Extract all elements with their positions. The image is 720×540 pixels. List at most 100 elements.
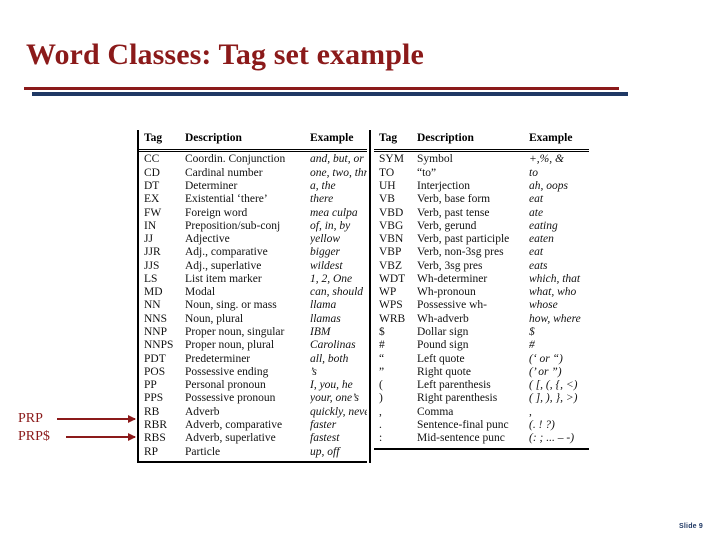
cell-example: (. ! ?): [529, 420, 555, 432]
cell-tag: TO: [379, 167, 395, 179]
column-header-tag: Tag: [144, 133, 163, 144]
cell-example: ( [, (, {, <): [529, 380, 578, 392]
cell-tag: #: [379, 340, 385, 352]
cell-description: Interjection: [417, 180, 471, 192]
table-row: WPS Possessive wh-whose: [374, 300, 589, 313]
cell-description: Adj., superlative: [185, 260, 262, 272]
cell-example: all, both: [310, 353, 349, 365]
cell-description: Foreign word: [185, 207, 248, 219]
table-row: NNP Proper noun, singular IBM: [139, 326, 367, 339]
cell-example: eat: [529, 247, 544, 259]
tag-table-right-half: Tag Description Example SYM Symbol +,%, & T…: [369, 130, 589, 463]
cell-tag: CD: [144, 167, 160, 179]
cell-tag: RBS: [144, 433, 166, 445]
cell-description: Wh-adverb: [417, 313, 469, 325]
cell-example: Carolinas: [310, 340, 356, 352]
cell-tag: RB: [144, 406, 160, 418]
table-row: ” Right quote (’ or ”): [374, 366, 589, 379]
cell-tag: SYM: [379, 154, 404, 166]
table-row: ) Right parenthesis ( ], ), }, >): [374, 393, 589, 406]
cell-description: Left parenthesis: [417, 380, 491, 392]
cell-tag: ,: [379, 406, 382, 418]
table-row: VBG Verb, gerund eating: [374, 220, 589, 233]
cell-example: there: [310, 194, 334, 206]
cell-example: mea culpa: [310, 207, 358, 219]
cell-example: I, you, he: [310, 380, 353, 392]
table-row: : Mid-sentence punc (: ; ... – -): [374, 432, 589, 445]
table-row: LS List item marker 1, 2, One: [139, 273, 367, 286]
table-row: , Comma,: [374, 406, 589, 419]
cell-example: bigger: [310, 247, 341, 259]
column-header-tag: Tag: [379, 133, 398, 144]
table-row: FW Foreign word mea culpa: [139, 207, 367, 220]
cell-example: can, should: [310, 287, 364, 299]
column-header-example: Example: [529, 133, 573, 144]
tag-table-left-half: Tag Description Example CC Coordin. Conju…: [137, 130, 367, 463]
cell-tag: WP: [379, 287, 397, 299]
cell-example: to: [529, 167, 538, 179]
cell-example: a, the: [310, 180, 336, 192]
cell-example: #: [529, 340, 535, 352]
column-header-example: Example: [310, 133, 354, 144]
table-row: JJ Adjective yellow: [139, 233, 367, 246]
table-row: MD Modal can, should: [139, 286, 367, 299]
cell-tag: WPS: [379, 300, 403, 312]
cell-description: Determiner: [185, 180, 238, 192]
cell-description: Verb, past tense: [417, 207, 490, 219]
table-body-right: SYM Symbol +,%, & TO “to” to UH Interjection ah,…: [374, 152, 589, 450]
table-row: VBD Verb, past tense ate: [374, 207, 589, 220]
cell-example: ( ], ), }, >): [529, 393, 578, 405]
table-row: CC Coordin. Conjunction and, but, or: [139, 154, 367, 167]
table-row: VBN Verb, past participle eaten: [374, 233, 589, 246]
cell-tag: MD: [144, 287, 163, 299]
cell-description: Symbol: [417, 154, 453, 166]
table-row: CD Cardinal number one, two, three: [139, 167, 367, 180]
table-header-row-right: Tag Description Example: [374, 130, 589, 152]
table-row: RBR Adverb, comparative faster: [139, 419, 367, 432]
cell-example: 1, 2, One: [310, 273, 353, 285]
table-row: VBP Verb, non-3sg pres eat: [374, 246, 589, 259]
title-rule-blue: [32, 92, 628, 96]
cell-description: Coordin. Conjunction: [185, 154, 286, 166]
cell-tag: VBP: [379, 247, 402, 259]
table-row: “ Left quote (‘ or “): [374, 353, 589, 366]
cell-example: what, who: [529, 287, 577, 299]
table-row: JJS Adj., superlative wildest: [139, 260, 367, 273]
cell-description: Verb, non-3sg pres: [417, 247, 504, 259]
table-row: PDT Predeterminer all, both: [139, 353, 367, 366]
cell-example: eats: [529, 260, 548, 272]
cell-tag: FW: [144, 207, 162, 219]
cell-example: IBM: [310, 327, 331, 339]
cell-tag: ): [379, 393, 383, 405]
cell-description: Cardinal number: [185, 167, 263, 179]
cell-description: Verb, past participle: [417, 234, 510, 246]
annotation-prp-possessive: PRP$: [18, 429, 50, 444]
cell-example: eat: [529, 194, 544, 206]
cell-description: Pound sign: [417, 340, 469, 352]
cell-description: Particle: [185, 446, 221, 458]
cell-description: Adj., comparative: [185, 247, 268, 259]
cell-description: Wh-determiner: [417, 273, 488, 285]
cell-example: eaten: [529, 234, 554, 246]
column-header-description: Description: [417, 133, 474, 144]
table-row: POS Possessive ending ’s: [139, 366, 367, 379]
table-row: NNS Noun, plural llamas: [139, 313, 367, 326]
table-row: # Pound sign #: [374, 339, 589, 352]
cell-tag: POS: [144, 366, 166, 378]
cell-description: Sentence-final punc: [417, 420, 509, 432]
cell-description: Proper noun, singular: [185, 327, 285, 339]
cell-tag: JJ: [144, 234, 153, 246]
cell-tag: NNPS: [144, 340, 174, 352]
cell-tag: NN: [144, 300, 161, 312]
cell-tag: VBG: [379, 220, 404, 232]
cell-example: wildest: [310, 260, 343, 272]
cell-tag: NNP: [144, 327, 168, 339]
table-row: SYM Symbol +,%, &: [374, 154, 589, 167]
cell-description: Right parenthesis: [417, 393, 498, 405]
cell-description: Dollar sign: [417, 327, 469, 339]
annotation-arrow-prp-possessive: [66, 432, 136, 441]
cell-description: “to”: [417, 167, 437, 179]
table-row: VB Verb, base form eat: [374, 193, 589, 206]
cell-example: $: [529, 327, 535, 339]
title-rule-red: [24, 87, 619, 90]
